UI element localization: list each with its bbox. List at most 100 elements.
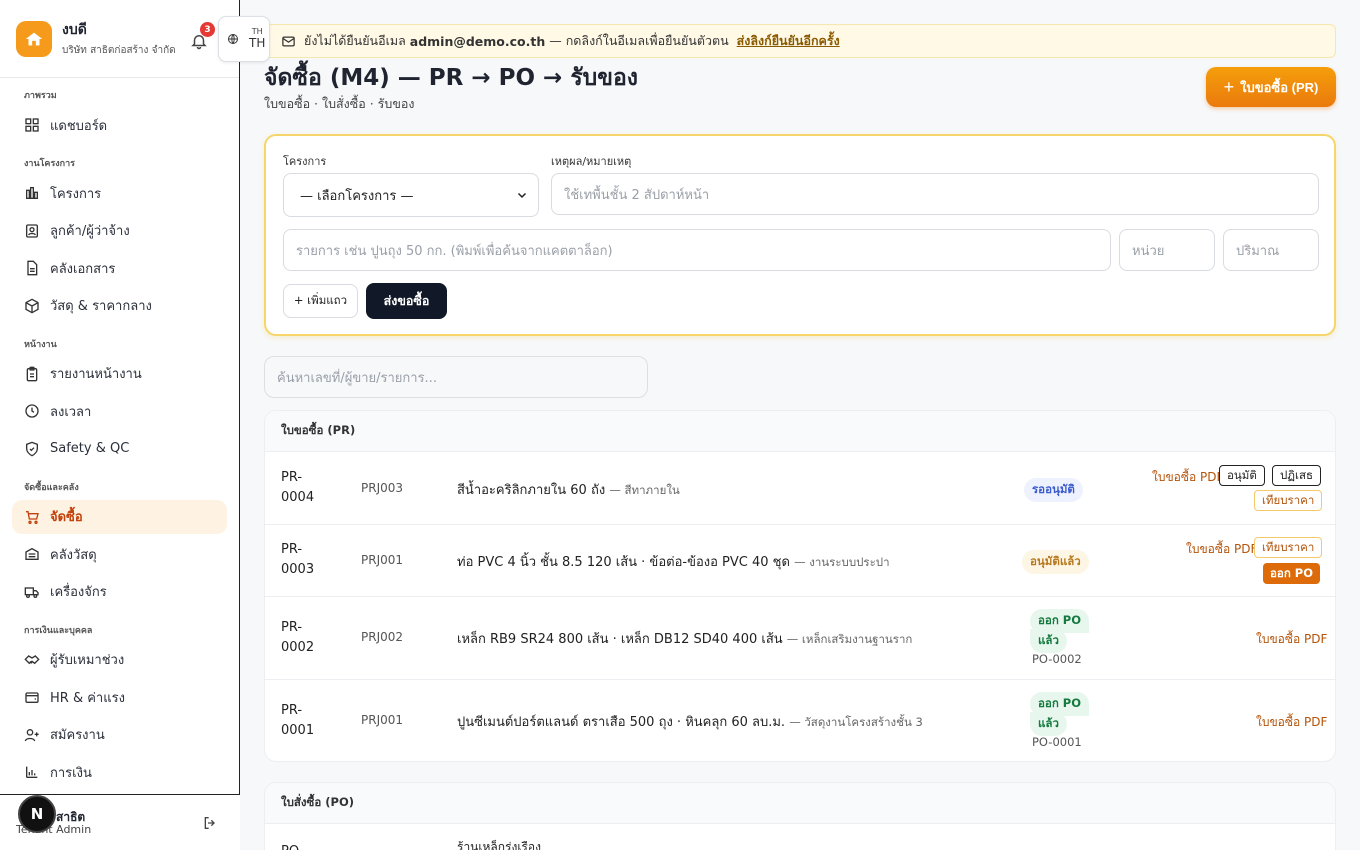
item-input[interactable]: รายการ เช่น ปูนถุง 50 กก. (พิมพ์เพื่อค้น… [283,229,1111,271]
nav-section-purchase: จัดซื้อและคลัง [24,482,79,493]
banner-email: admin@demo.co.th [409,33,546,49]
table-row: PO- ร้านเหล็กรุ่งเรือง [265,824,1335,850]
table-row: PR- 0002 PRJ002 เหล็ก RB9 SR24 800 เส้น … [265,597,1335,680]
sidebar-item-label: รายงานหน้างาน [50,367,142,382]
pr-number[interactable]: PR- 0001 [281,701,314,741]
pr-items: ปูนซีเมนต์ปอร์ตแลนด์ ตราเสือ 500 ถุง · ห… [457,715,786,730]
logout-icon[interactable] [202,815,218,831]
po-reference[interactable]: PO-0002 [1032,652,1082,666]
truck-icon [24,586,39,598]
sidebar-item-label: ผู้รับเหมาช่วง [50,653,125,668]
status-badge-continued: แล้ว [1030,629,1067,653]
bar-chart-icon [26,766,38,778]
pr-pdf-link[interactable]: ใบขอซื้อ PDF [1152,468,1223,487]
submit-pr-button[interactable]: ส่งขอซื้อ [366,283,447,319]
wallet-icon [25,692,39,703]
project-code: PRJ003 [361,481,404,495]
pr-form: โครงการ — เลือกโครงการ — เหตุผล/หมายเหตุ… [264,134,1336,336]
sidebar-item-hr[interactable]: HR & ค่าแรง [12,680,227,714]
pr-number-prefix: PR- [281,470,303,485]
pr-items: สีน้ำอะคริลิกภายใน 60 ถัง [457,483,606,498]
sidebar-item-machinery[interactable]: เครื่องจักร [12,575,227,609]
pr-items: เหล็ก RB9 SR24 800 เส้น · เหล็ก DB12 SD4… [457,632,783,647]
language-code: TH [249,35,266,50]
sidebar: งบดี บริษัท สาธิตก่อสร้าง จำกัด 3 TH TH … [0,0,270,850]
search-input[interactable]: ค้นหาเลขที่/ผู้ขาย/รายการ... [264,356,648,398]
client-badge-icon [26,223,38,238]
pr-description: ปูนซีเมนต์ปอร์ตแลนด์ ตราเสือ 500 ถุง · ห… [457,711,923,732]
sidebar-item-subcontract[interactable]: ผู้รับเหมาช่วง [12,643,227,677]
sidebar-item-label: Safety & QC [50,441,130,456]
sidebar-item-label: จัดซื้อ [50,510,83,525]
po-number[interactable]: PO- [281,842,304,850]
sidebar-item-purchase[interactable]: จัดซื้อ [12,499,227,534]
status-badge-continued: แล้ว [1030,712,1067,736]
sidebar-item-safety[interactable]: Safety & QC [12,432,227,466]
pr-items: ท่อ PVC 4 นิ้ว ชั้น 8.5 120 เส้น · ข้อต่… [457,555,790,570]
pr-number[interactable]: PR- 0002 [281,618,314,658]
nav-section-finance: การเงินและบุคคล [24,625,93,636]
unit-input[interactable]: หน่วย [1119,229,1215,271]
pr-note: — งานระบบประปา [794,555,890,569]
sidebar-item-label: การเงิน [50,765,92,781]
reason-input[interactable]: ใช้เทพื้นชั้น 2 สัปดาห์หน้า [551,173,1319,215]
pr-number-suffix: 0003 [281,562,315,577]
brand-company: บริษัท สาธิตก่อสร้าง จำกัด [62,45,176,56]
sidebar-item-projects[interactable]: โครงการ [12,176,227,210]
compare-price-button[interactable]: เทียบราคา [1254,537,1323,558]
sidebar-item-timesheet[interactable]: ลงเวลา [12,394,227,428]
resend-link[interactable]: ส่งลิงก์ยืนยันอีกครั้ง [737,31,840,51]
sidebar-item-label: HR & ค่าแรง [50,690,125,706]
notification-badge: 3 [200,22,215,37]
approve-button[interactable]: อนุมัติ [1219,465,1265,486]
sidebar-item-label: สมัครงาน [50,728,105,743]
sidebar-item-label: คลังเอกสาร [50,261,116,277]
add-row-button[interactable]: + เพิ่มแถว [283,284,358,318]
sidebar-item-documents[interactable]: คลังเอกสาร [12,251,227,285]
page-subtitle: ใบขอซื้อ · ใบสั่งซื้อ · รับของ [264,96,415,111]
sidebar-item-label: แดชบอร์ด [50,118,108,134]
sidebar-item-label: เครื่องจักร [50,585,107,600]
sidebar-item-clients[interactable]: ลูกค้า/ผู้ว่าจ้าง [12,214,227,248]
brand-logo-icon[interactable] [16,20,52,57]
reject-button[interactable]: ปฏิเสธ [1272,465,1321,486]
nav-section-projects: งานโครงการ [24,159,76,169]
clock-icon [25,404,39,418]
issue-po-button[interactable]: ออก PO [1263,563,1320,584]
pr-number-suffix: 0002 [281,640,315,655]
project-label: โครงการ [283,155,327,168]
banner-suffix: — กดลิงก์ในอีเมลเพื่อยืนยันตัวตน [549,33,729,48]
po-reference[interactable]: PO-0001 [1032,735,1082,749]
nav-section-site: หน้างาน [24,339,57,350]
user-avatar[interactable]: N [18,795,56,833]
sidebar-item-dashboard[interactable]: แดชบอร์ด [12,108,227,142]
pr-description: ท่อ PVC 4 นิ้ว ชั้น 8.5 120 เส้น · ข้อต่… [457,551,890,572]
pr-number-suffix: 0004 [281,490,315,505]
pr-pdf-link[interactable]: ใบขอซื้อ PDF [1256,713,1327,732]
project-select[interactable]: — เลือกโครงการ — [283,173,539,217]
sidebar-item-materials[interactable]: วัสดุ & ราคากลาง [12,289,227,323]
language-switcher[interactable]: TH TH [218,16,270,62]
sidebar-item-warehouse[interactable]: คลังวัสดุ [12,537,227,571]
sidebar-nav: ภาพรวม แดชบอร์ด งานโครงการ โครงการ ลูกค้… [0,78,239,789]
sidebar-item-recruit[interactable]: สมัครงาน [12,718,227,752]
quantity-input[interactable]: ปริมาณ [1223,229,1319,271]
pr-number[interactable]: PR- 0004 [281,468,314,508]
pr-note: — วัสดุงานโครงสร้างชั้น 3 [789,715,923,729]
chevron-down-icon [517,192,527,199]
plus-icon: + [1223,76,1235,97]
pr-number-prefix: PR- [281,703,303,718]
project-chart-icon [26,187,38,199]
pr-description: สีน้ำอะคริลิกภายใน 60 ถัง — สีทาภายใน [457,479,680,500]
clipboard-icon [26,366,38,381]
sidebar-item-finance[interactable]: การเงิน [12,755,227,789]
new-pr-button[interactable]: + ใบขอซื้อ (PR) [1206,67,1336,107]
sidebar-item-site-report[interactable]: รายงานหน้างาน [12,357,227,391]
email-verify-banner: ยังไม่ได้ยืนยันอีเมล admin@demo.co.th — … [264,24,1336,58]
table-row: PR- 0004 PRJ003 สีน้ำอะคริลิกภายใน 60 ถั… [265,452,1335,525]
pr-pdf-link[interactable]: ใบขอซื้อ PDF [1186,540,1257,559]
pr-pdf-link[interactable]: ใบขอซื้อ PDF [1256,630,1327,649]
pr-table: ใบขอซื้อ (PR) PR- 0004 PRJ003 สีน้ำอะคริ… [264,410,1336,762]
compare-price-button[interactable]: เทียบราคา [1254,490,1323,511]
pr-number[interactable]: PR- 0003 [281,540,314,580]
